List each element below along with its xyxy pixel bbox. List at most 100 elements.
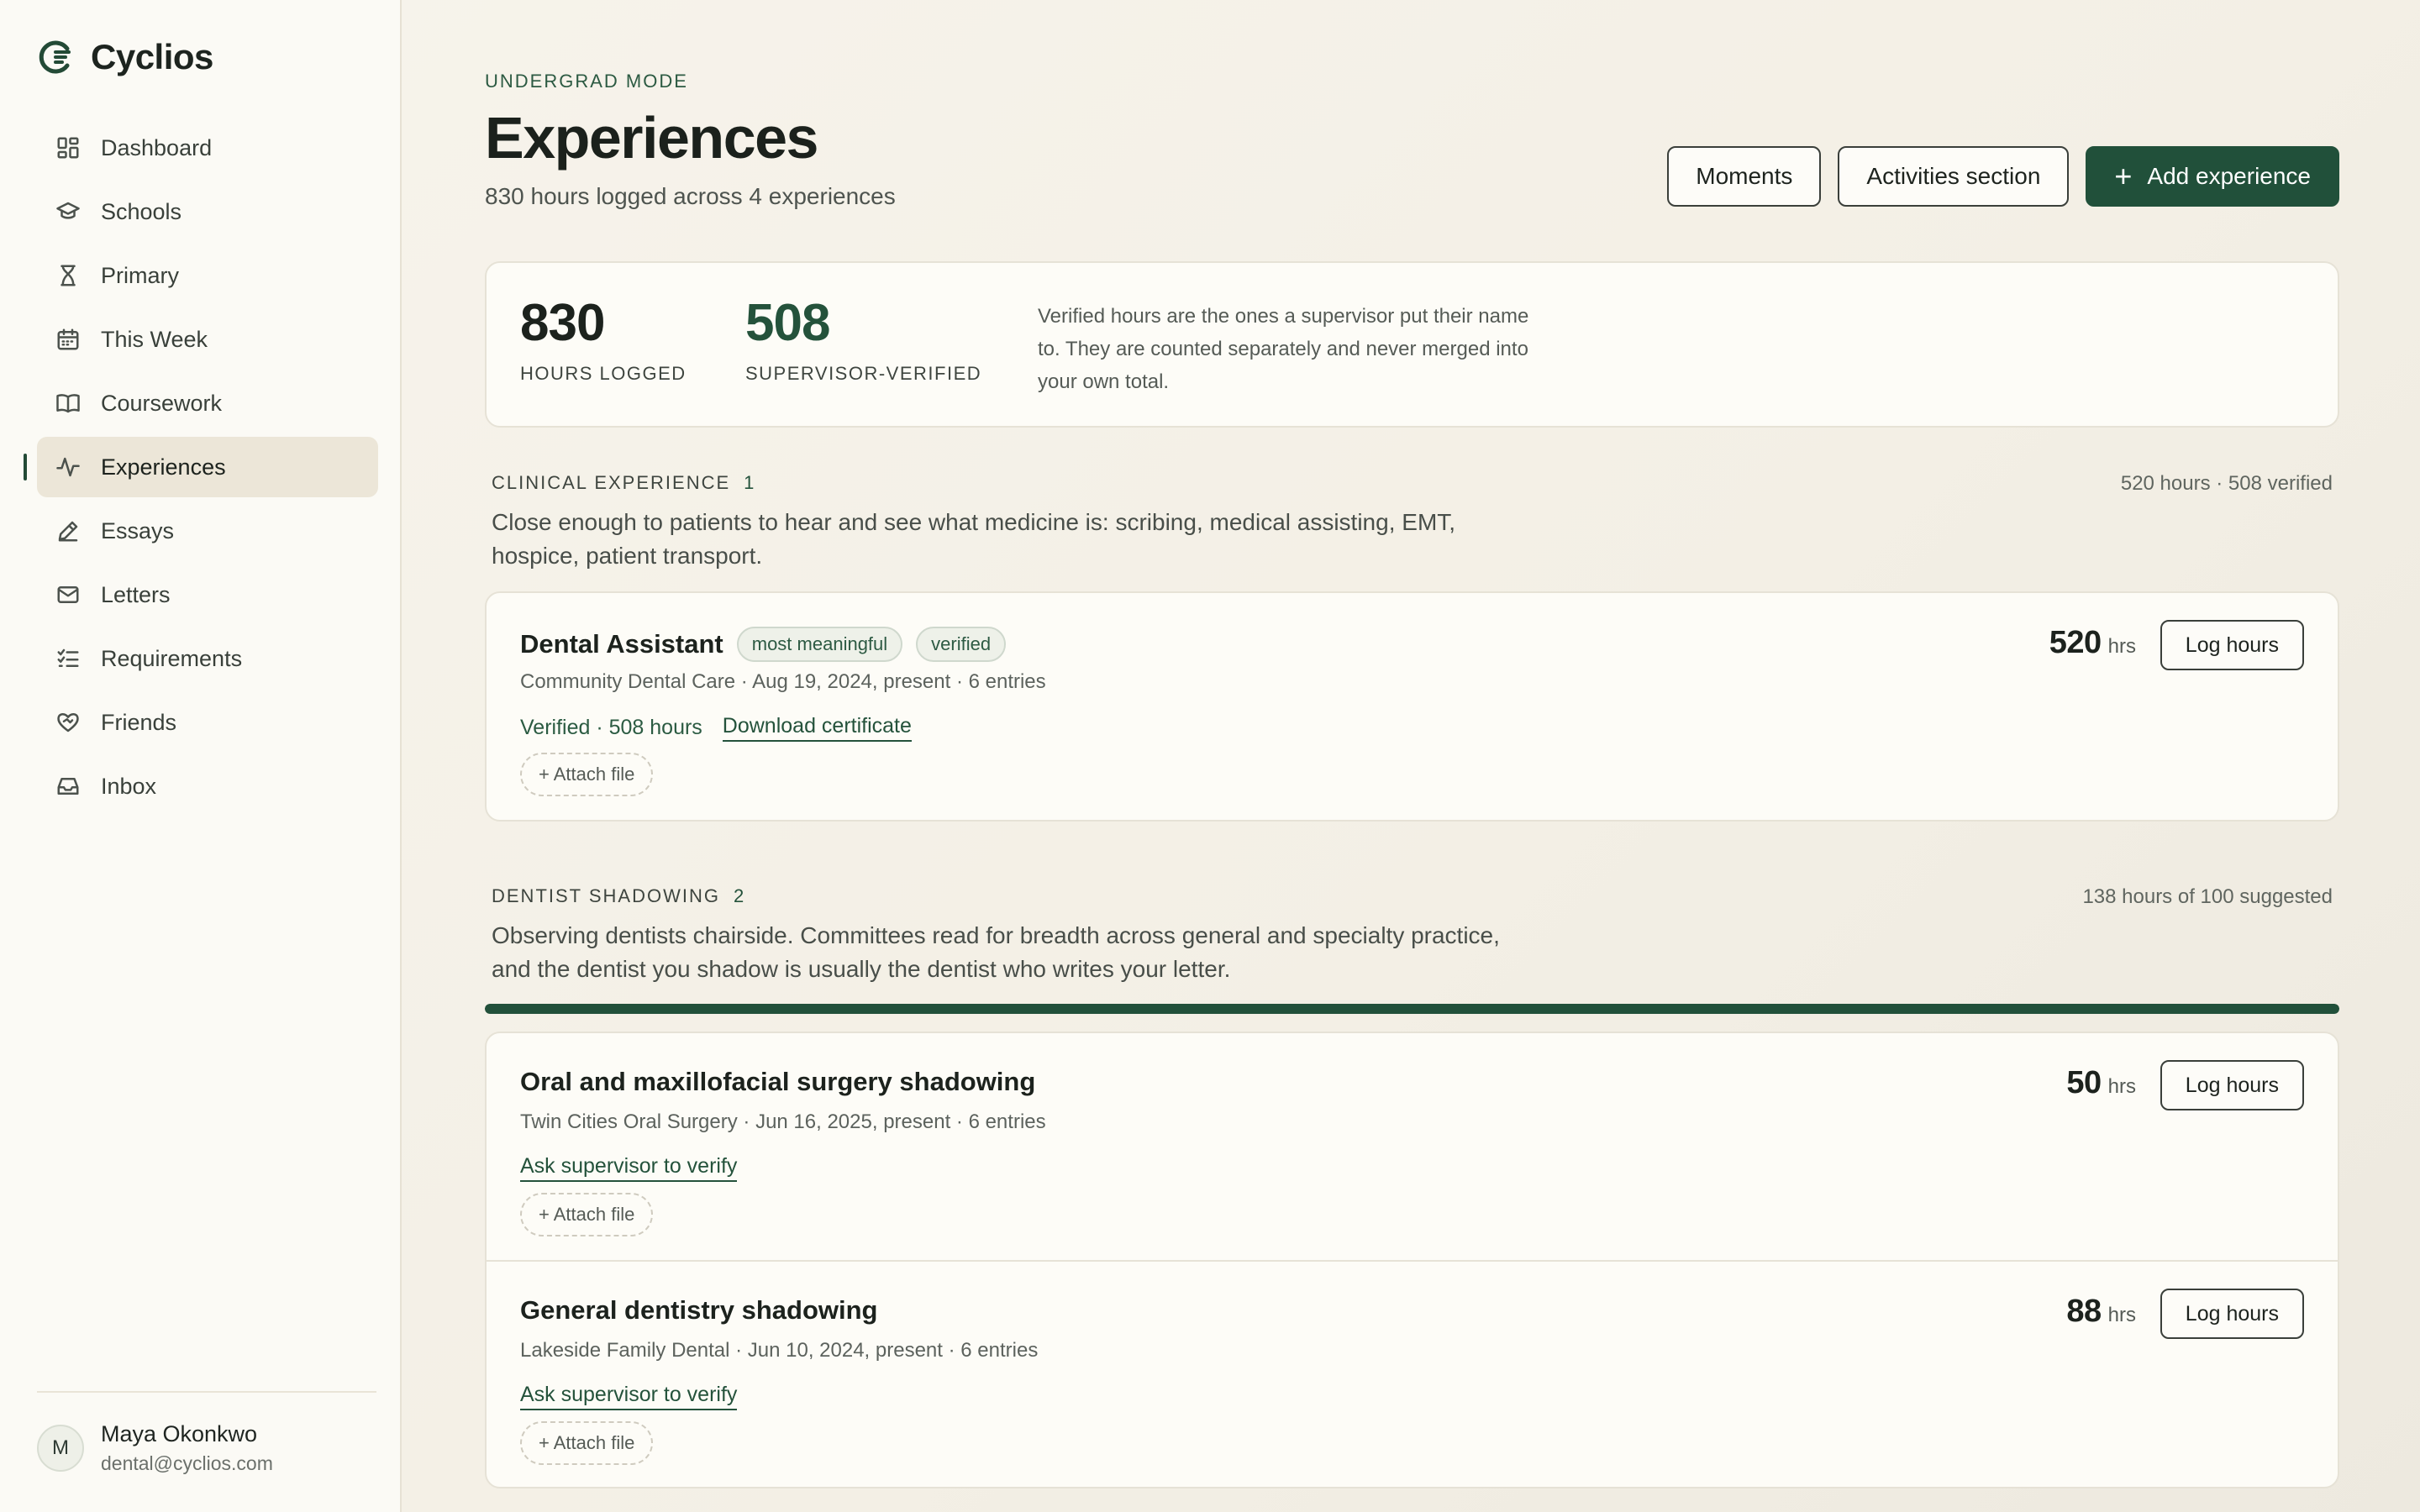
stats-card: 830 HOURS LOGGED 508 SUPERVISOR-VERIFIED… [485,261,2339,428]
progress-fill [485,1004,2339,1014]
sidebar-item-inbox[interactable]: Inbox [37,756,378,816]
mode-label: UNDERGRAD MODE [485,71,688,92]
download-certificate-link[interactable]: Download certificate [722,714,912,742]
section-label: CLINICAL EXPERIENCE [492,472,731,493]
experience-meta: Community Dental Care · Aug 19, 2024, pr… [520,670,1046,693]
sidebar-item-label: Letters [101,581,171,607]
sidebar-item-this-week[interactable]: This Week [37,309,378,370]
section-header-clinical: CLINICAL EXPERIENCE 1 520 hours · 508 ver… [492,472,2333,495]
graduation-cap-icon [54,197,82,226]
activity-icon [54,453,82,481]
attach-file-button[interactable]: + Attach file [520,753,654,796]
log-hours-button[interactable]: Log hours [2160,620,2304,670]
experience-hours: 50 hrs [2066,1065,2136,1101]
experience-meta: Twin Cities Oral Surgery · Jun 16, 2025,… [520,1110,1046,1133]
experience-row: Oral and maxillofacial surgery shadowing… [487,1033,2338,1260]
sidebar-item-label: Schools [101,198,182,224]
cyclios-logo-icon [39,40,71,74]
hours-value: 520 [2049,625,2102,660]
sidebar-item-essays[interactable]: Essays [37,501,378,561]
pill-verified: verified [916,627,1007,662]
pen-icon [54,517,82,545]
stat-value: 830 [520,294,605,352]
plus-icon: + [2114,159,2133,193]
sidebar-item-label: Requirements [101,645,243,671]
section-meta: 520 hours · 508 verified [2120,472,2333,495]
section-description: Close enough to patients to hear and see… [492,509,1456,569]
experience-title[interactable]: Oral and maxillofacial surgery shadowing [520,1067,1035,1097]
page-title: Experiences [485,105,818,171]
experience-title-row: Oral and maxillofacial surgery shadowing [520,1067,1035,1097]
experience-links: Verified · 508 hours Download certificat… [520,714,912,742]
header-actions: Moments Activities section + Add experie… [1650,146,2339,207]
stat-label: SUPERVISOR-VERIFIED [745,363,982,384]
section-meta: 138 hours of 100 suggested [2082,885,2333,908]
app-name: Cyclios [91,37,213,76]
stat-value: 508 [745,294,830,352]
stat-label: HOURS LOGGED [520,363,687,384]
activities-section-button[interactable]: Activities section [1838,146,2070,207]
section-label: DENTIST SHADOWING [492,885,720,906]
page-subtitle: 830 hours logged across 4 experiences [485,183,896,209]
sidebar-item-label: Experiences [101,454,226,480]
heart-handshake-icon [54,708,82,737]
hours-unit: hrs [2107,635,2136,658]
sidebar-item-letters[interactable]: Letters [37,564,378,625]
checklist-icon [54,644,82,673]
sidebar-item-schools[interactable]: Schools [37,181,378,242]
add-experience-button[interactable]: + Add experience [2086,146,2339,207]
experience-title-row: Dental Assistant most meaningful verifie… [520,627,1007,662]
hours-value: 88 [2066,1294,2102,1329]
attach-file-button[interactable]: + Attach file [520,1193,654,1236]
experience-card: Oral and maxillofacial surgery shadowing… [485,1032,2339,1488]
sidebar-item-label: Essays [101,517,175,543]
sidebar-item-experiences[interactable]: Experiences [24,437,378,497]
sidebar-divider [37,1391,376,1393]
experience-card: Dental Assistant most meaningful verifie… [485,591,2339,822]
sidebar-item-coursework[interactable]: Coursework [37,373,378,433]
add-experience-label: Add experience [2147,163,2311,189]
ask-supervisor-verify-link[interactable]: Ask supervisor to verify [520,1154,738,1182]
sidebar-item-label: Coursework [101,390,223,416]
sidebar-item-primary[interactable]: Primary [37,245,378,306]
section-description: Observing dentists chairside. Committees… [492,922,1500,982]
sidebar-item-dashboard[interactable]: Dashboard [37,118,378,178]
sidebar-item-label: Inbox [101,773,157,799]
sidebar-item-requirements[interactable]: Requirements [37,628,378,689]
mail-icon [54,580,82,609]
brand[interactable]: Cyclios [37,34,213,81]
experience-title[interactable]: Dental Assistant [520,629,723,659]
log-hours-button[interactable]: Log hours [2160,1289,2304,1339]
experience-title-row: General dentistry shadowing [520,1295,877,1326]
hourglass-icon [54,261,82,290]
stat-hours-logged: 830 HOURS LOGGED [520,293,687,385]
sidebar-item-label: This Week [101,326,208,352]
section-count: 1 [744,472,755,493]
user-email: dental@cyclios.com [101,1452,273,1474]
avatar: M [37,1425,84,1472]
moments-button[interactable]: Moments [1667,146,1822,207]
hours-value: 50 [2066,1065,2102,1100]
section-count: 2 [733,885,744,906]
ask-supervisor-verify-link[interactable]: Ask supervisor to verify [520,1383,738,1410]
experience-links: Ask supervisor to verify [520,1154,738,1182]
hours-unit: hrs [2107,1075,2136,1098]
log-hours-button[interactable]: Log hours [2160,1060,2304,1110]
pill-most-meaningful: most meaningful [736,627,903,662]
user-profile[interactable]: M Maya Okonkwo dental@cyclios.com [37,1421,273,1475]
book-icon [54,389,82,417]
experience-row: General dentistry shadowing Lakeside Fam… [487,1260,2338,1487]
inbox-icon [54,772,82,801]
experience-links: Ask supervisor to verify [520,1383,738,1410]
calendar-icon [54,325,82,354]
dashboard-icon [54,134,82,162]
sidebar-item-friends[interactable]: Friends [37,692,378,753]
experience-hours: 520 hrs [2049,625,2136,661]
verified-hours-text: Verified · 508 hours [520,716,702,739]
user-name: Maya Okonkwo [101,1421,258,1446]
hours-unit: hrs [2107,1304,2136,1326]
experience-title[interactable]: General dentistry shadowing [520,1295,877,1326]
attach-file-button[interactable]: + Attach file [520,1421,654,1465]
sidebar-item-label: Dashboard [101,134,213,160]
stats-note: Verified hours are the ones a supervisor… [1038,305,1529,393]
